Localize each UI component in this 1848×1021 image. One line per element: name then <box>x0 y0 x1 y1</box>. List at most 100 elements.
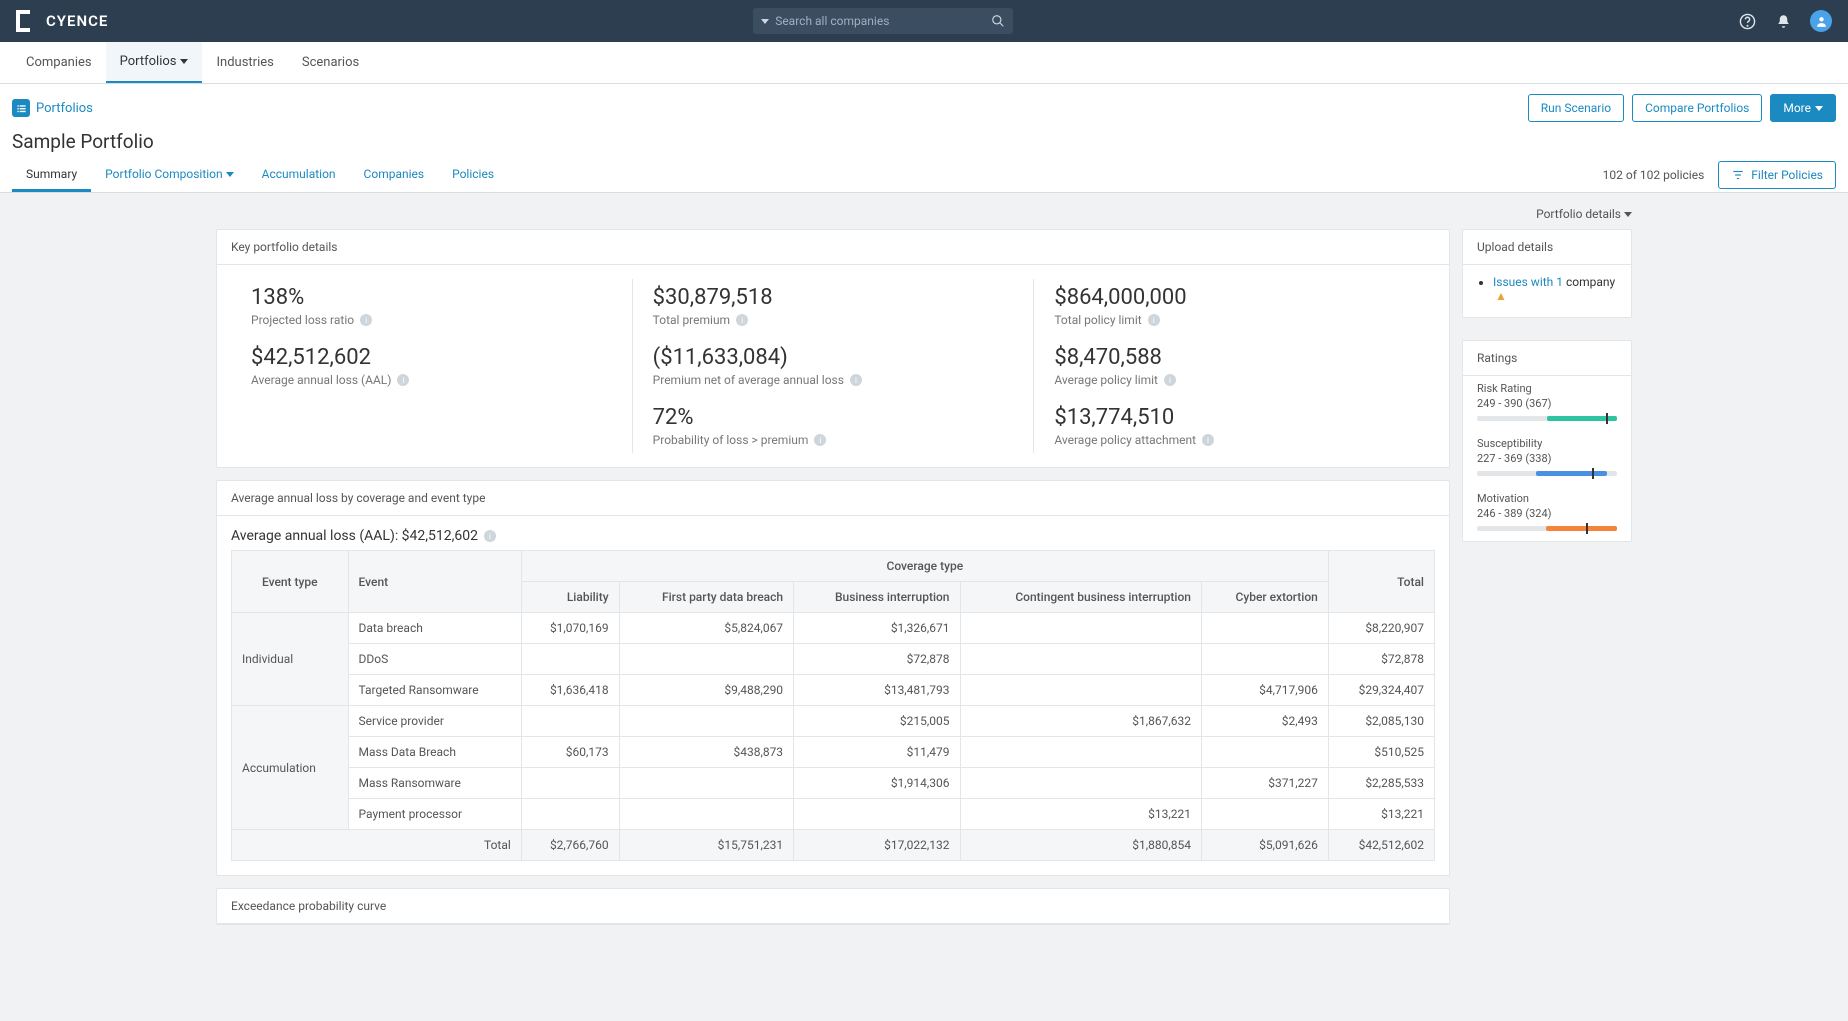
value-cell <box>521 799 619 830</box>
chevron-down-icon <box>180 59 188 64</box>
portfolio-details-toggle[interactable]: Portfolio details <box>216 203 1632 229</box>
nav-portfolios[interactable]: Portfolios <box>106 42 203 83</box>
value-cell <box>960 675 1201 706</box>
rating-label: Susceptibility <box>1477 437 1617 450</box>
metric: $30,879,518 Total premium i <box>653 285 1014 327</box>
tab-summary[interactable]: Summary <box>12 157 91 192</box>
value-cell: $1,636,418 <box>521 675 619 706</box>
th-event: Event <box>348 551 521 613</box>
chevron-down-icon[interactable] <box>761 19 769 24</box>
info-icon[interactable]: i <box>814 434 826 446</box>
value-cell <box>1201 799 1328 830</box>
metric-label: Average policy limit i <box>1054 373 1415 387</box>
value-cell: $5,824,067 <box>619 613 793 644</box>
table-row: Mass Data Breach$60,173$438,873$11,479$5… <box>232 737 1435 768</box>
info-icon[interactable]: i <box>736 314 748 326</box>
event-cell: Mass Ransomware <box>348 768 521 799</box>
issues-link[interactable]: Issues with 1 <box>1493 275 1563 289</box>
value-cell: $9,488,290 <box>619 675 793 706</box>
info-icon[interactable]: i <box>484 530 496 542</box>
aal-by-coverage-card: Average annual loss by coverage and even… <box>216 480 1450 876</box>
metric: ($11,633,084) Premium net of average ann… <box>653 345 1014 387</box>
rating-range: 227 - 369 (338) <box>1477 452 1617 465</box>
table-row: Targeted Ransomware$1,636,418$9,488,290 $… <box>232 675 1435 706</box>
rating: Motivation 246 - 389 (324) <box>1463 486 1631 541</box>
global-search[interactable] <box>753 8 1013 34</box>
value-cell: $72,878 <box>1328 644 1434 675</box>
event-cell: Data breach <box>348 613 521 644</box>
info-icon[interactable]: i <box>1202 434 1214 446</box>
aal-table: Event type Event Coverage type Total Lia… <box>231 550 1435 861</box>
total-cell: $5,091,626 <box>1201 830 1328 861</box>
event-cell: Targeted Ransomware <box>348 675 521 706</box>
chevron-down-icon <box>1815 106 1823 111</box>
tab-accumulation[interactable]: Accumulation <box>248 157 350 192</box>
metric-value: $30,879,518 <box>653 285 1014 310</box>
value-cell: $11,479 <box>794 737 960 768</box>
value-cell <box>619 706 793 737</box>
rating-bar <box>1477 471 1617 476</box>
value-cell <box>619 644 793 675</box>
upload-issue-item: Issues with 1 company ▲ <box>1493 275 1617 303</box>
th-liability: Liability <box>521 582 619 613</box>
info-icon[interactable]: i <box>360 314 372 326</box>
value-cell: $1,326,671 <box>794 613 960 644</box>
tab-companies[interactable]: Companies <box>350 157 439 192</box>
sub-tabs: Summary Portfolio Composition Accumulati… <box>12 157 508 192</box>
more-button[interactable]: More <box>1770 94 1836 122</box>
value-cell: $2,285,533 <box>1328 768 1434 799</box>
logo-icon <box>16 10 38 32</box>
rating: Susceptibility 227 - 369 (338) <box>1463 431 1631 486</box>
value-cell <box>1201 613 1328 644</box>
value-cell <box>619 768 793 799</box>
value-cell <box>960 613 1201 644</box>
value-cell: $29,324,407 <box>1328 675 1434 706</box>
filter-policies-button[interactable]: Filter Policies <box>1718 161 1836 189</box>
nav-scenarios[interactable]: Scenarios <box>288 42 373 83</box>
info-icon[interactable]: i <box>850 374 862 386</box>
avatar[interactable] <box>1810 10 1832 32</box>
info-icon[interactable]: i <box>1148 314 1160 326</box>
page-title: Sample Portfolio <box>12 130 1836 153</box>
metric-label: Total policy limit i <box>1054 313 1415 327</box>
search-icon[interactable] <box>991 14 1005 28</box>
nav-companies[interactable]: Companies <box>12 42 106 83</box>
run-scenario-button[interactable]: Run Scenario <box>1528 94 1624 122</box>
logo[interactable]: CYENCE <box>16 10 108 32</box>
th-total: Total <box>1328 551 1434 613</box>
compare-portfolios-button[interactable]: Compare Portfolios <box>1632 94 1762 122</box>
table-row: IndividualData breach$1,070,169$5,824,06… <box>232 613 1435 644</box>
total-cell: $42,512,602 <box>1328 830 1434 861</box>
rating-bar <box>1477 416 1617 421</box>
nav-industries[interactable]: Industries <box>202 42 287 83</box>
rating-label: Risk Rating <box>1477 382 1617 395</box>
help-icon[interactable] <box>1738 12 1756 30</box>
value-cell: $1,867,632 <box>960 706 1201 737</box>
event-cell: Payment processor <box>348 799 521 830</box>
info-icon[interactable]: i <box>397 374 409 386</box>
total-label: Total <box>232 830 522 861</box>
info-icon[interactable]: i <box>1164 374 1176 386</box>
value-cell: $72,878 <box>794 644 960 675</box>
upload-details-card: Upload details Issues with 1 company ▲ <box>1462 229 1632 318</box>
value-cell: $510,525 <box>1328 737 1434 768</box>
value-cell: $2,493 <box>1201 706 1328 737</box>
rating-label: Motivation <box>1477 492 1617 505</box>
metric-label: Probability of loss > premium i <box>653 433 1014 447</box>
tab-policies[interactable]: Policies <box>438 157 508 192</box>
value-cell: $438,873 <box>619 737 793 768</box>
filter-icon <box>1731 168 1745 182</box>
tab-portfolio-composition[interactable]: Portfolio Composition <box>91 157 247 192</box>
metric-value: 138% <box>251 285 612 310</box>
rating-bar <box>1477 526 1617 531</box>
metric-value: ($11,633,084) <box>653 345 1014 370</box>
breadcrumb-portfolios[interactable]: Portfolios <box>36 101 93 116</box>
th-biz-int: Business interruption <box>794 582 960 613</box>
search-input[interactable] <box>775 14 991 28</box>
total-cell: $2,766,760 <box>521 830 619 861</box>
metric: $13,774,510 Average policy attachment i <box>1054 405 1415 447</box>
bell-icon[interactable] <box>1774 12 1792 30</box>
policy-count: 102 of 102 policies <box>1603 168 1705 182</box>
ratings-card: Ratings Risk Rating 249 - 390 (367) Susc… <box>1462 340 1632 542</box>
list-icon <box>12 99 30 117</box>
